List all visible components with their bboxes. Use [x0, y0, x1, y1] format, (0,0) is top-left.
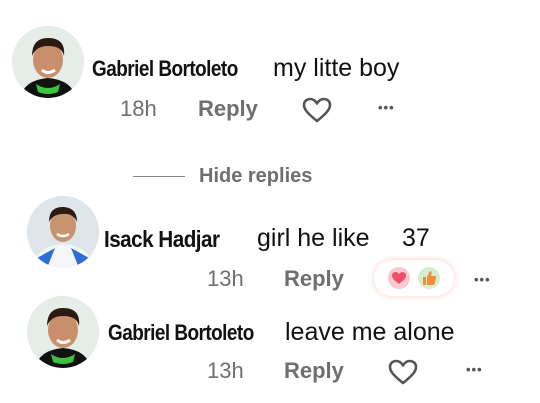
thumbs-up-reaction-icon	[418, 267, 440, 289]
avatar-isack-image	[27, 196, 99, 268]
avatar[interactable]	[12, 26, 84, 98]
comment-timestamp: 18h	[120, 96, 157, 121]
comment-text: girl he like	[257, 224, 370, 252]
avatar-gabriel-image	[12, 26, 84, 98]
thread-divider	[133, 175, 185, 177]
reply-button[interactable]: Reply	[284, 358, 344, 384]
comment-author[interactable]: Gabriel Bortoleto	[92, 56, 238, 82]
avatar[interactable]	[27, 196, 99, 268]
hide-replies-toggle[interactable]: Hide replies	[133, 164, 312, 188]
comment-timestamp: 13h	[207, 358, 244, 383]
hide-replies-label[interactable]: Hide replies	[199, 165, 312, 188]
reply-button[interactable]: Reply	[198, 96, 258, 122]
reaction-pill[interactable]	[374, 260, 454, 296]
heart-outline-icon[interactable]	[388, 359, 418, 385]
heart-eyes-reaction-icon	[388, 267, 410, 289]
comment-author[interactable]: Isack Hadjar	[104, 226, 220, 253]
more-options-icon[interactable]: •••	[466, 362, 483, 377]
comment-text: my litte boy	[273, 54, 400, 82]
heart-outline-icon[interactable]	[302, 97, 332, 123]
more-options-icon[interactable]: •••	[474, 272, 491, 287]
comment-author[interactable]: Gabriel Bortoleto	[108, 320, 254, 346]
like-count: 37	[402, 224, 430, 252]
comment-text: leave me alone	[285, 318, 455, 346]
reply-button[interactable]: Reply	[284, 266, 344, 292]
more-options-icon[interactable]: •••	[378, 100, 395, 115]
comment-timestamp: 13h	[207, 266, 244, 291]
